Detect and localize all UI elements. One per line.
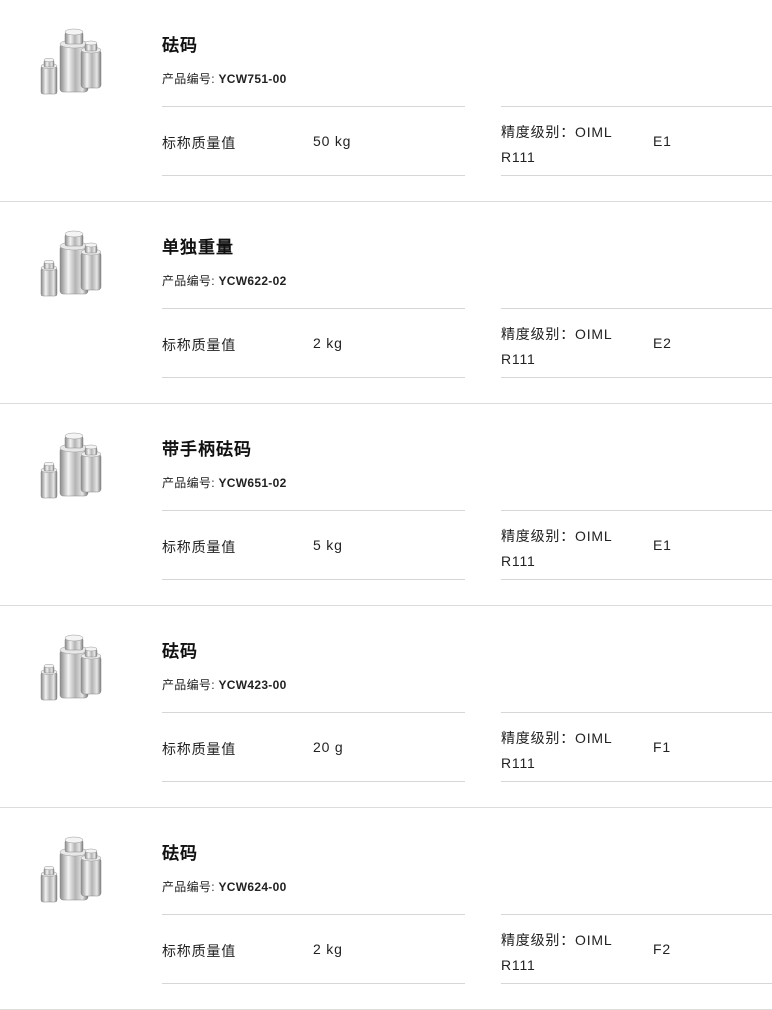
product-title[interactable]: 带手柄砝码 xyxy=(162,435,252,460)
product-card[interactable]: 带手柄砝码 产品编号: YCW651-02 标称质量值 5 kg 精度级别：OI… xyxy=(0,404,772,606)
product-code-value: YCW624-00 xyxy=(218,880,287,894)
product-code-label: 产品编号: xyxy=(162,678,215,692)
accuracy-class-value: E2 xyxy=(653,335,672,351)
weights-set-icon[interactable] xyxy=(38,634,104,702)
accuracy-spec: 精度级别：OIML R111 E1 xyxy=(501,106,772,176)
accuracy-class-value: F1 xyxy=(653,739,671,755)
weights-set-icon[interactable] xyxy=(38,836,104,904)
accuracy-label: 精度级别：OIML R111 xyxy=(501,124,612,165)
product-code-label: 产品编号: xyxy=(162,476,215,490)
product-code: 产品编号: YCW751-00 xyxy=(162,70,287,87)
mass-spec: 标称质量值 2 kg xyxy=(162,914,465,984)
product-card[interactable]: 单独重量 产品编号: YCW622-02 标称质量值 2 kg 精度级别：OIM… xyxy=(0,202,772,404)
accuracy-label: 精度级别：OIML R111 xyxy=(501,932,612,973)
mass-value: 2 kg xyxy=(313,941,343,957)
mass-value: 50 kg xyxy=(313,133,352,149)
accuracy-class-value: E1 xyxy=(653,537,672,553)
accuracy-label: 精度级别：OIML R111 xyxy=(501,528,612,569)
product-list: 砝码 产品编号: YCW751-00 标称质量值 50 kg 精度级别：OIML… xyxy=(0,0,772,1010)
mass-value: 5 kg xyxy=(313,537,343,553)
mass-spec: 标称质量值 5 kg xyxy=(162,510,465,580)
mass-label: 标称质量值 xyxy=(162,741,236,757)
product-card[interactable]: 砝码 产品编号: YCW751-00 标称质量值 50 kg 精度级别：OIML… xyxy=(0,0,772,202)
product-title[interactable]: 单独重量 xyxy=(162,233,234,258)
accuracy-class-value: F2 xyxy=(653,941,671,957)
accuracy-spec: 精度级别：OIML R111 F1 xyxy=(501,712,772,782)
accuracy-label: 精度级别：OIML R111 xyxy=(501,326,612,367)
accuracy-spec: 精度级别：OIML R111 F2 xyxy=(501,914,772,984)
accuracy-spec: 精度级别：OIML R111 E2 xyxy=(501,308,772,378)
mass-value: 20 g xyxy=(313,739,344,755)
product-title[interactable]: 砝码 xyxy=(162,31,198,56)
accuracy-class-value: E1 xyxy=(653,133,672,149)
mass-value: 2 kg xyxy=(313,335,343,351)
product-code-label: 产品编号: xyxy=(162,880,215,894)
product-code: 产品编号: YCW624-00 xyxy=(162,878,287,895)
mass-spec: 标称质量值 20 g xyxy=(162,712,465,782)
mass-spec: 标称质量值 2 kg xyxy=(162,308,465,378)
accuracy-label: 精度级别：OIML R111 xyxy=(501,730,612,771)
product-title[interactable]: 砝码 xyxy=(162,839,198,864)
weights-set-icon[interactable] xyxy=(38,230,104,298)
weights-set-icon[interactable] xyxy=(38,28,104,96)
weights-set-icon[interactable] xyxy=(38,432,104,500)
mass-label: 标称质量值 xyxy=(162,943,236,959)
product-code-value: YCW423-00 xyxy=(218,678,287,692)
product-code: 产品编号: YCW622-02 xyxy=(162,272,287,289)
product-card[interactable]: 砝码 产品编号: YCW423-00 标称质量值 20 g 精度级别：OIML … xyxy=(0,606,772,808)
mass-label: 标称质量值 xyxy=(162,337,236,353)
product-code-label: 产品编号: xyxy=(162,72,215,86)
accuracy-spec: 精度级别：OIML R111 E1 xyxy=(501,510,772,580)
product-code-value: YCW751-00 xyxy=(218,72,287,86)
product-code: 产品编号: YCW423-00 xyxy=(162,676,287,693)
product-code-label: 产品编号: xyxy=(162,274,215,288)
product-card[interactable]: 砝码 产品编号: YCW624-00 标称质量值 2 kg 精度级别：OIML … xyxy=(0,808,772,1010)
product-title[interactable]: 砝码 xyxy=(162,637,198,662)
mass-label: 标称质量值 xyxy=(162,539,236,555)
mass-spec: 标称质量值 50 kg xyxy=(162,106,465,176)
mass-label: 标称质量值 xyxy=(162,135,236,151)
product-code: 产品编号: YCW651-02 xyxy=(162,474,287,491)
product-code-value: YCW622-02 xyxy=(218,274,287,288)
product-code-value: YCW651-02 xyxy=(218,476,287,490)
